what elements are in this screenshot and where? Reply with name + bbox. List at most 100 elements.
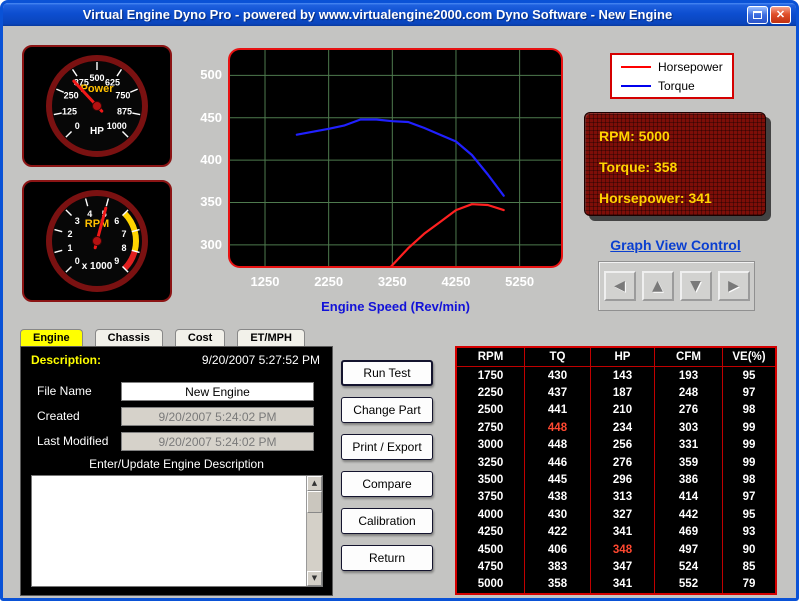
results-cell: 256 — [591, 437, 655, 454]
results-cell: 4500 — [457, 541, 525, 558]
svg-text:9: 9 — [114, 256, 119, 266]
compare-button[interactable]: Compare — [341, 471, 433, 497]
results-cell: 248 — [655, 384, 723, 401]
created-row: Created — [21, 407, 332, 427]
results-cell: 2500 — [457, 402, 525, 419]
results-cell: 276 — [591, 454, 655, 471]
svg-text:3: 3 — [75, 216, 80, 226]
tab-chassis[interactable]: Chassis — [95, 329, 163, 346]
return-button[interactable]: Return — [341, 545, 433, 571]
results-cell: 331 — [655, 437, 723, 454]
results-cell: 79 — [723, 576, 775, 593]
graph-pan-left-button[interactable]: ◀ — [604, 271, 636, 301]
svg-text:1000: 1000 — [107, 121, 127, 131]
plot-area — [228, 48, 563, 268]
results-header-cfm: CFM — [655, 348, 723, 367]
calibration-button[interactable]: Calibration — [341, 508, 433, 534]
y-axis-tick-label: 300 — [185, 237, 222, 252]
svg-text:750: 750 — [115, 90, 130, 100]
results-cell: 327 — [591, 506, 655, 523]
readout-line: Torque: 358 — [599, 151, 765, 182]
horsepower-line-swatch — [621, 66, 651, 68]
results-cell: 3250 — [457, 454, 525, 471]
results-cell: 193 — [655, 367, 723, 384]
results-cell: 341 — [591, 523, 655, 540]
results-cell: 313 — [591, 489, 655, 506]
engine-info-panel: Description: 9/20/2007 5:27:52 PM File N… — [20, 346, 333, 596]
svg-text:6: 6 — [114, 216, 119, 226]
x-axis-tick-label: 1250 — [245, 274, 285, 289]
scroll-up-icon: ▲ — [312, 479, 317, 487]
y-axis-tick-label: 500 — [185, 67, 222, 82]
results-cell: 437 — [525, 384, 591, 401]
rpm-gauge-panel: 0123456789RPMx 1000 — [22, 180, 172, 302]
torque-line-swatch — [621, 85, 651, 87]
tab-etmph[interactable]: ET/MPH — [237, 329, 305, 346]
results-cell: 90 — [723, 541, 775, 558]
graph-pan-down-button[interactable]: ▼ — [680, 271, 712, 301]
tab-engine[interactable]: Engine — [20, 329, 83, 346]
results-cell: 276 — [655, 402, 723, 419]
change-part-button[interactable]: Change Part — [341, 397, 433, 423]
dyno-chart: Engine Speed (Rev/min) 12502250325042505… — [185, 42, 585, 334]
action-button-column: Run Test Change Part Print / Export Compare… — [341, 360, 433, 571]
results-cell: 95 — [723, 367, 775, 384]
results-cell: 524 — [655, 558, 723, 575]
results-cell: 448 — [525, 419, 591, 436]
legend-item-label: Torque — [658, 79, 695, 93]
scroll-thumb[interactable] — [307, 491, 322, 513]
print-export-button[interactable]: Print / Export — [341, 434, 433, 460]
readout-panel: RPM: 5000Torque: 358Horsepower: 341 — [584, 112, 766, 216]
y-axis-tick-label: 350 — [185, 194, 222, 209]
last-modified-label: Last Modified — [37, 434, 108, 448]
y-axis-tick-label: 450 — [185, 110, 222, 125]
graph-view-controls: ◀▲▼▶ — [598, 261, 755, 311]
torque-curve — [297, 120, 504, 196]
x-axis-tick-label: 3250 — [372, 274, 412, 289]
description-label: Description: — [31, 353, 101, 367]
results-cell: 448 — [525, 437, 591, 454]
results-cell: 95 — [723, 506, 775, 523]
power-gauge-dial: 01252503755006257508751000PowerHP — [24, 48, 170, 164]
last-modified-input — [121, 432, 314, 451]
results-cell: 441 — [525, 402, 591, 419]
file-name-input[interactable] — [121, 382, 314, 401]
description-textarea[interactable]: ▲ ▼ — [31, 475, 323, 587]
results-cell: 552 — [655, 576, 723, 593]
graph-pan-up-button[interactable]: ▲ — [642, 271, 674, 301]
svg-text:875: 875 — [117, 106, 132, 116]
results-header-hp: HP — [591, 348, 655, 367]
close-button[interactable]: ✕ — [770, 6, 791, 24]
run-test-button[interactable]: Run Test — [341, 360, 433, 386]
legend-item-label: Horsepower — [658, 60, 723, 74]
results-cell: 187 — [591, 384, 655, 401]
svg-text:0: 0 — [75, 121, 80, 131]
svg-text:8: 8 — [122, 243, 127, 253]
x-axis-tick-label: 5250 — [500, 274, 540, 289]
graph-pan-right-button[interactable]: ▶ — [718, 271, 750, 301]
scroll-down-button[interactable]: ▼ — [307, 571, 322, 586]
results-cell: 422 — [525, 523, 591, 540]
results-cell: 2750 — [457, 419, 525, 436]
maximize-button[interactable] — [747, 6, 768, 24]
scroll-up-button[interactable]: ▲ — [307, 476, 322, 491]
results-table: RPMTQHPCFMVE(%)1750430143193952250437187… — [455, 346, 777, 595]
description-prompt: Enter/Update Engine Description — [21, 457, 332, 471]
results-cell: 3000 — [457, 437, 525, 454]
horsepower-curve — [297, 204, 504, 266]
results-cell: 347 — [591, 558, 655, 575]
description-scrollbar[interactable]: ▲ ▼ — [306, 476, 322, 586]
results-cell: 4250 — [457, 523, 525, 540]
file-name-label: File Name — [37, 384, 92, 398]
plot-canvas — [230, 50, 561, 266]
results-cell: 97 — [723, 384, 775, 401]
x-axis-title: Engine Speed (Rev/min) — [228, 299, 563, 314]
created-label: Created — [37, 409, 80, 423]
tab-cost[interactable]: Cost — [175, 329, 225, 346]
scroll-down-icon: ▼ — [312, 574, 317, 582]
window-title: Virtual Engine Dyno Pro - powered by www… — [8, 7, 747, 22]
results-cell: 143 — [591, 367, 655, 384]
window-controls: ✕ — [747, 6, 791, 24]
results-cell: 430 — [525, 367, 591, 384]
results-cell: 3500 — [457, 471, 525, 488]
